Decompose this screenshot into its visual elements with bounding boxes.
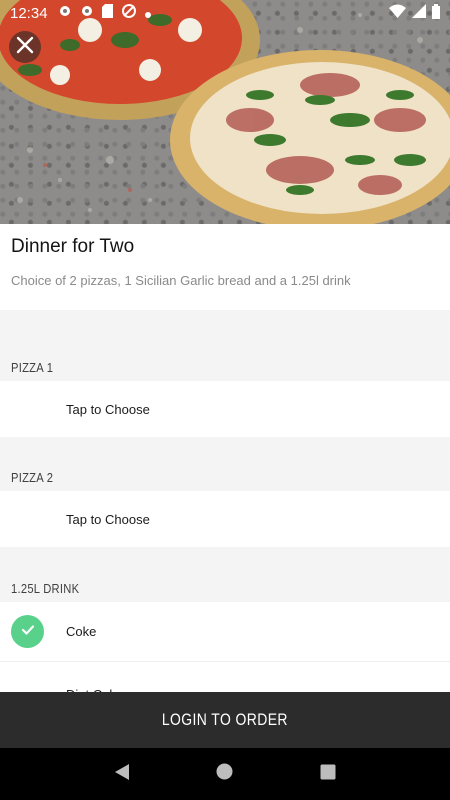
- gear-icon: [80, 4, 94, 22]
- recents-button[interactable]: [308, 754, 348, 794]
- close-button[interactable]: [9, 31, 41, 63]
- status-time: 12:34: [10, 4, 48, 22]
- signal-icon: [412, 4, 426, 22]
- pizza-2-choose-row[interactable]: Tap to Choose: [0, 491, 450, 547]
- section-label-pizza-1: PIZZA 1: [11, 360, 54, 375]
- deal-header: Dinner for Two Choice of 2 pizzas, 1 Sic…: [0, 224, 450, 310]
- wifi-icon: [389, 4, 406, 22]
- gear-icon: [58, 4, 72, 22]
- battery-icon: [432, 3, 440, 23]
- section-label-pizza-2: PIZZA 2: [11, 470, 54, 485]
- check-icon: [21, 623, 35, 641]
- deal-title: Dinner for Two: [11, 236, 135, 257]
- status-bar: 12:34: [0, 0, 450, 26]
- recents-square-icon: [320, 764, 336, 785]
- pizza-1-choose-row[interactable]: Tap to Choose: [0, 381, 450, 437]
- selected-check: [11, 615, 44, 648]
- pizza-1-choose-label: Tap to Choose: [66, 401, 150, 417]
- location-blocked-icon: [121, 3, 137, 23]
- system-nav-bar: [0, 748, 450, 800]
- back-button[interactable]: [102, 754, 142, 794]
- dot-icon: [144, 5, 151, 22]
- close-icon: [16, 36, 34, 59]
- drink-option-coke[interactable]: Coke: [0, 602, 450, 661]
- sd-card-icon: [101, 4, 113, 22]
- drink-option-label: Coke: [66, 624, 97, 639]
- back-triangle-icon: [114, 763, 130, 786]
- home-button[interactable]: [205, 754, 245, 794]
- home-circle-icon: [216, 763, 233, 785]
- deal-description: Choice of 2 pizzas, 1 Sicilian Garlic br…: [11, 273, 351, 288]
- login-to-order-button[interactable]: LOGIN TO ORDER: [0, 692, 450, 748]
- deal-hero-image: [0, 0, 450, 224]
- login-to-order-label: LOGIN TO ORDER: [161, 710, 289, 729]
- section-label-drink: 1.25L DRINK: [11, 581, 80, 596]
- pizza-2-choose-label: Tap to Choose: [66, 511, 150, 527]
